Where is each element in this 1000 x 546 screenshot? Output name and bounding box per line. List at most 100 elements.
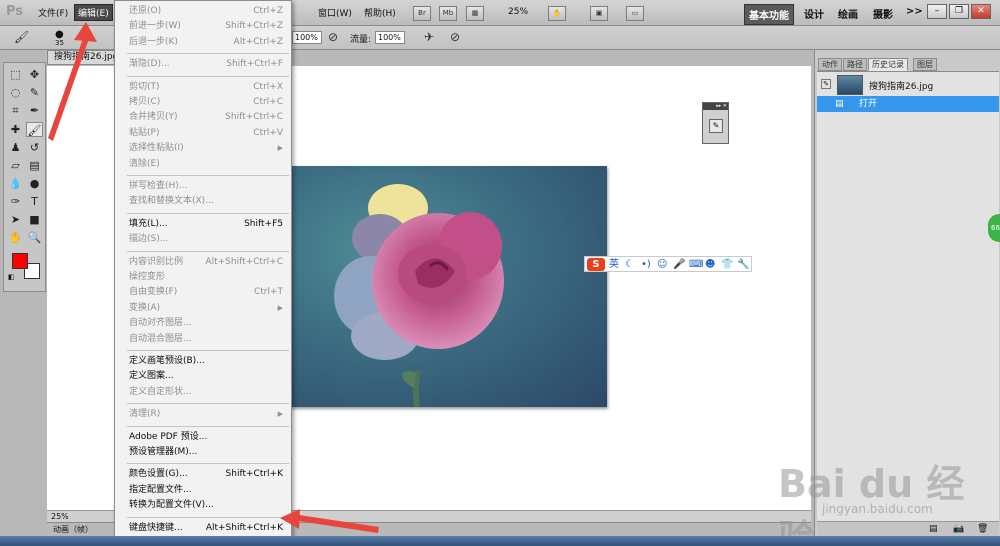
history-snapshot[interactable]: ✎ 搜狗指南26.jpg xyxy=(821,75,997,97)
edit-menu-item[interactable]: 拷贝(C) Ctrl+C xyxy=(129,95,287,110)
tab-actions[interactable]: 动作 xyxy=(818,58,842,71)
ime-voice-icon[interactable]: 🎤 xyxy=(673,258,685,271)
edit-menu-item[interactable]: 选择性粘贴(I) ▶ xyxy=(129,141,287,156)
menu-file[interactable]: 文件(F) xyxy=(38,6,68,19)
pen-tool-icon[interactable]: ✑ xyxy=(7,194,24,209)
edit-menu-item[interactable]: 自由变换(F) Ctrl+T xyxy=(129,285,287,300)
shape-tool-icon[interactable]: ■ xyxy=(26,212,43,227)
history-state-open[interactable]: ▤ 打开 xyxy=(817,96,999,112)
screen-mode-button[interactable]: ▭ xyxy=(626,6,644,21)
blur-tool-icon[interactable]: 💧 xyxy=(7,176,24,191)
lasso-tool-icon[interactable]: ◌ xyxy=(7,85,24,100)
edit-menu-item[interactable]: 描边(S)... xyxy=(129,232,287,247)
edit-menu-item[interactable]: 拼写检查(H)... xyxy=(129,179,287,194)
pressure-size-icon[interactable]: ⊘ xyxy=(450,30,460,44)
move-tool-icon[interactable]: ✥ xyxy=(26,67,43,82)
spot-heal-tool-icon[interactable]: ✚ xyxy=(7,122,24,137)
ime-emoji-icon[interactable]: ☺ xyxy=(657,258,667,271)
edit-menu-item[interactable]: 变换(A) ▶ xyxy=(129,301,287,316)
edit-menu-item[interactable]: 清理(R) ▶ xyxy=(129,407,287,422)
workspace-photography[interactable]: 摄影 xyxy=(873,6,893,21)
ime-keyboard-icon[interactable]: ⌨ xyxy=(689,258,703,271)
edit-menu-item[interactable]: 后退一步(K) Alt+Ctrl+Z xyxy=(129,35,287,50)
view-extras-button[interactable]: ▦ xyxy=(466,6,484,21)
edit-menu-item[interactable]: 预设管理器(M)... xyxy=(129,445,287,460)
foreground-color-swatch[interactable] xyxy=(12,253,28,269)
ime-mode-toggle[interactable]: 英 xyxy=(609,258,619,271)
ime-punctuation-icon[interactable]: ☾ xyxy=(625,258,634,271)
tab-history[interactable]: 历史记录 xyxy=(868,58,908,71)
menu-help[interactable]: 帮助(H) xyxy=(364,6,396,19)
path-select-tool-icon[interactable]: ➤ xyxy=(7,212,24,227)
ime-fullwidth-icon[interactable]: •) xyxy=(641,258,651,271)
pressure-opacity-icon[interactable]: ⊘ xyxy=(328,30,338,44)
edit-menu-item[interactable]: 指定配置文件... xyxy=(129,483,287,498)
flow-field[interactable]: 100% xyxy=(375,31,405,44)
close-button[interactable]: ✕ xyxy=(971,4,991,19)
stamp-tool-icon[interactable]: ♟ xyxy=(7,140,24,155)
sogou-logo[interactable]: S xyxy=(587,258,605,271)
minimize-button[interactable]: – xyxy=(927,4,947,19)
edit-menu-item[interactable]: 合并拷贝(Y) Shift+Ctrl+C xyxy=(129,110,287,125)
crop-tool-icon[interactable]: ⌗ xyxy=(7,103,24,118)
zoom-level[interactable]: 25% xyxy=(508,7,528,17)
eyedropper-tool-icon[interactable]: ✒ xyxy=(26,103,43,118)
more-workspaces-button[interactable]: >> xyxy=(906,6,923,17)
edit-menu-item[interactable]: 转换为配置文件(V)... xyxy=(129,498,287,513)
edit-menu-item[interactable]: 查找和替换文本(X)... xyxy=(129,194,287,209)
edit-menu-item[interactable]: 还原(O) Ctrl+Z xyxy=(129,4,287,19)
hand-tool-button[interactable]: ✋ xyxy=(548,6,566,21)
type-tool-icon[interactable]: T xyxy=(26,194,43,209)
edit-menu-item[interactable]: 定义自定形状... xyxy=(129,385,287,400)
brush-preset-icon[interactable]: 🖌 xyxy=(14,30,29,44)
edit-menu-item[interactable]: 前进一步(W) Shift+Ctrl+Z xyxy=(129,19,287,34)
edit-menu-item[interactable]: 自动对齐图层... xyxy=(129,316,287,331)
edit-menu-item[interactable]: 粘贴(P) Ctrl+V xyxy=(129,126,287,141)
menu-window[interactable]: 窗口(W) xyxy=(318,6,352,19)
tool-preset-icon[interactable]: ✎ xyxy=(709,119,723,133)
ime-tools-icon[interactable]: 🔧 xyxy=(737,258,749,271)
default-colors-icon[interactable]: ◧ xyxy=(8,273,15,281)
status-zoom[interactable]: 25% xyxy=(51,512,69,521)
zoom-tool-icon[interactable]: 🔍 xyxy=(26,230,43,245)
edit-menu-item[interactable]: Adobe PDF 预设... xyxy=(129,430,287,445)
airbrush-icon[interactable]: ✈ xyxy=(424,30,434,44)
edit-menu-item[interactable]: 自动混合图层... xyxy=(129,332,287,347)
workspace-painting[interactable]: 绘画 xyxy=(838,6,858,21)
edit-menu-item[interactable]: 定义图案... xyxy=(129,369,287,384)
gradient-tool-icon[interactable]: ▤ xyxy=(26,158,43,173)
ime-user-icon[interactable]: ☻ xyxy=(705,258,715,271)
history-brush-tool-icon[interactable]: ↺ xyxy=(26,140,43,155)
bridge-button[interactable]: Br xyxy=(413,6,431,21)
tab-layers[interactable]: 图层 xyxy=(913,58,937,71)
edit-menu-item[interactable]: 定义画笔预设(B)... xyxy=(129,354,287,369)
brush-tool-icon[interactable]: 🖌 xyxy=(26,122,43,137)
marquee-tool-icon[interactable]: ⬚ xyxy=(7,67,24,82)
ime-skin-icon[interactable]: 👕 xyxy=(721,258,733,271)
hand-tool-icon[interactable]: ✋ xyxy=(7,230,24,245)
edit-menu-item[interactable]: 清除(E) xyxy=(129,157,287,172)
edit-menu-item[interactable]: 渐隐(D)... Shift+Ctrl+F xyxy=(129,57,287,72)
quick-select-tool-icon[interactable]: ✎ xyxy=(26,85,43,100)
dodge-tool-icon[interactable]: ● xyxy=(26,176,43,191)
menu-edit[interactable]: 编辑(E) xyxy=(74,4,113,21)
minibridge-button[interactable]: Mb xyxy=(439,6,457,21)
edit-menu-item[interactable]: 操控变形 xyxy=(129,270,287,285)
mini-panel-header[interactable]: ▸▸ ✕ xyxy=(703,103,728,110)
restore-button[interactable]: ❐ xyxy=(949,4,969,19)
edit-menu-item-label: 自动混合图层... xyxy=(129,333,192,344)
snapshot-source-icon[interactable]: ✎ xyxy=(821,79,831,89)
edit-menu-item[interactable]: 键盘快捷键... Alt+Shift+Ctrl+K xyxy=(129,521,287,536)
workspace-essentials[interactable]: 基本功能 xyxy=(744,4,794,25)
tab-paths[interactable]: 路径 xyxy=(843,58,867,71)
edit-menu-item[interactable]: 颜色设置(G)... Shift+Ctrl+K xyxy=(129,467,287,482)
green-badge[interactable]: 66 xyxy=(988,214,1000,242)
arrange-documents-button[interactable]: ▣ xyxy=(590,6,608,21)
edit-menu-item[interactable]: 剪切(T) Ctrl+X xyxy=(129,80,287,95)
edit-menu-item[interactable]: 内容识别比例 Alt+Shift+Ctrl+C xyxy=(129,255,287,270)
workspace-design[interactable]: 设计 xyxy=(804,6,824,21)
opacity-field[interactable]: 100% xyxy=(292,31,322,44)
eraser-tool-icon[interactable]: ▱ xyxy=(7,158,24,173)
edit-menu-item[interactable]: 填充(L)... Shift+F5 xyxy=(129,217,287,232)
floating-mini-panel[interactable]: ▸▸ ✕ ✎ xyxy=(702,102,729,144)
